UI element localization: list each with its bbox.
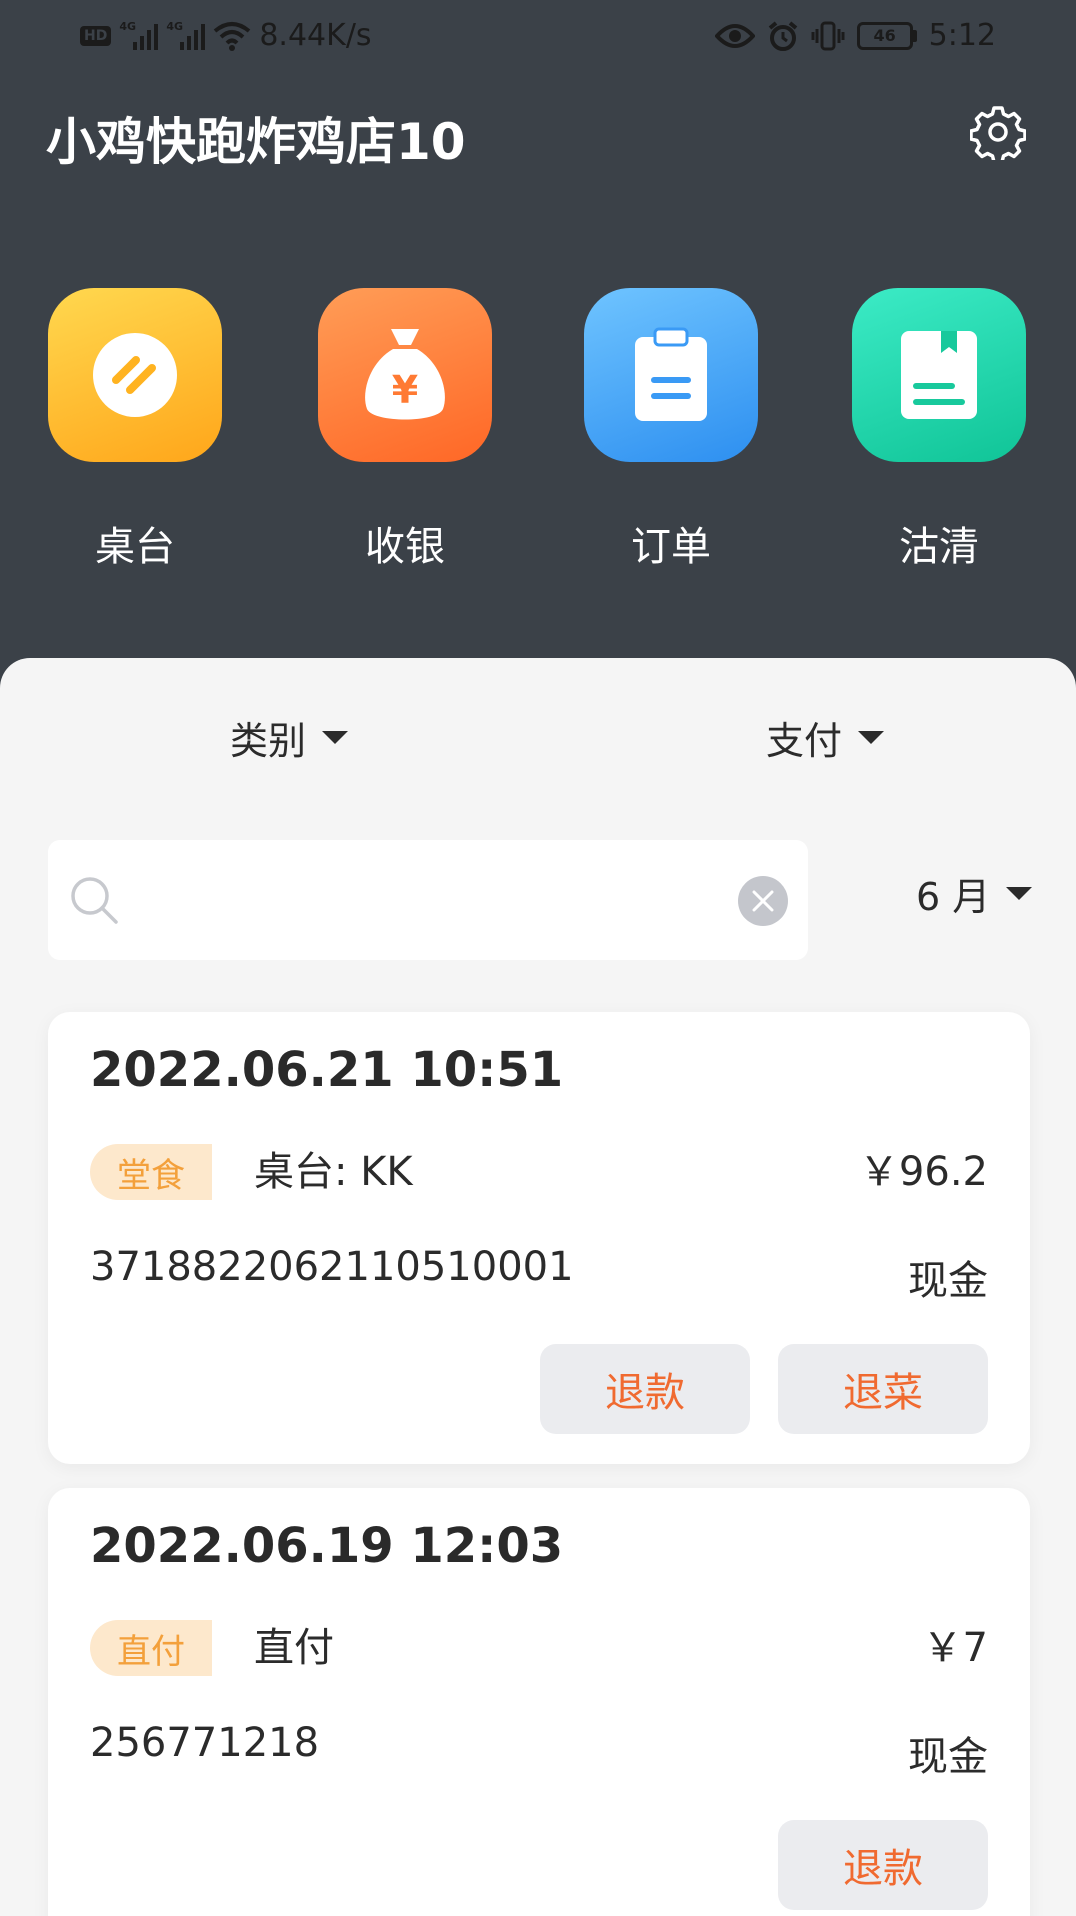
search-icon [71, 877, 118, 924]
close-icon [752, 890, 774, 912]
order-card[interactable]: 2022.06.21 10:51 堂食 桌台: KK ￥96.2 3718822… [48, 1012, 1030, 1464]
order-type-tag: 直付 [90, 1620, 212, 1676]
signal-icon-2: 4G [166, 20, 206, 50]
quick-action-label: 桌台 [95, 524, 175, 570]
cashier-tile[interactable]: ¥ [318, 288, 492, 462]
clear-search-button[interactable] [738, 876, 788, 926]
signal-icon: 4G [119, 20, 159, 50]
net-speed: 8.44K/s [259, 18, 372, 53]
category-filter-label: 类别 [230, 719, 307, 763]
status-bar: HD 4G 4G 8.44K/s 46 5:12 [0, 0, 1076, 76]
order-amount: ￥96.2 [858, 1149, 988, 1195]
quick-action-cashier[interactable]: ¥ 收银 [318, 288, 492, 570]
table-tile[interactable] [48, 288, 222, 462]
order-number: 3718822062110510001 [90, 1244, 574, 1290]
book-icon [901, 331, 977, 419]
quick-action-table[interactable]: 桌台 [48, 288, 222, 570]
eye-icon [714, 23, 755, 48]
status-right: 46 5:12 [714, 18, 996, 53]
order-amount: ￥7 [922, 1625, 988, 1671]
order-payment-method: 现金 [908, 1734, 988, 1780]
settings-gear-icon[interactable] [970, 104, 1026, 160]
month-filter[interactable]: 6 月 [916, 866, 1033, 921]
order-payment-method: 现金 [908, 1258, 988, 1304]
search-input[interactable] [138, 870, 758, 930]
payment-filter[interactable]: 支付 [766, 710, 885, 765]
orders-tile[interactable] [584, 288, 758, 462]
wifi-icon [214, 21, 251, 51]
vibrate-icon [811, 21, 845, 50]
alarm-icon [768, 20, 797, 51]
order-datetime: 2022.06.19 12:03 [90, 1518, 564, 1574]
return-dish-button[interactable]: 退菜 [778, 1344, 988, 1434]
refund-button[interactable]: 退款 [778, 1820, 988, 1910]
month-filter-label: 6 月 [916, 875, 991, 919]
order-list-screen: HD 4G 4G 8.44K/s 46 5:12 小鸡快跑炸鸡店10 桌台 ¥ … [0, 0, 1076, 1916]
refund-button[interactable]: 退款 [540, 1344, 750, 1434]
table-icon [93, 333, 177, 417]
battery-icon: 46 [856, 21, 917, 50]
status-left: HD 4G 4G 8.44K/s [80, 18, 372, 53]
order-card[interactable]: 2022.06.19 12:03 直付 直付 ￥7 256771218 现金 退… [48, 1488, 1030, 1916]
order-datetime: 2022.06.21 10:51 [90, 1042, 564, 1098]
caret-down-icon [858, 731, 885, 744]
payment-filter-label: 支付 [766, 719, 843, 763]
quick-action-soldout[interactable]: 沽清 [852, 288, 1026, 570]
money-bag-icon: ¥ [365, 329, 445, 420]
order-table-info: 直付 [254, 1625, 334, 1671]
soldout-tile[interactable] [852, 288, 1026, 462]
quick-action-label: 收银 [365, 524, 445, 570]
clipboard-icon [635, 327, 707, 421]
quick-action-label: 沽清 [899, 524, 979, 570]
store-title: 小鸡快跑炸鸡店10 [46, 113, 466, 171]
search-box[interactable] [48, 840, 808, 960]
clock: 5:12 [928, 18, 996, 53]
svg-text:¥: ¥ [392, 368, 418, 412]
order-table-info: 桌台: KK [254, 1149, 413, 1195]
caret-down-icon [1006, 887, 1033, 900]
quick-action-label: 订单 [631, 524, 711, 570]
quick-action-orders[interactable]: 订单 [584, 288, 758, 570]
order-number: 256771218 [90, 1720, 320, 1766]
hd-icon: HD [80, 25, 112, 46]
caret-down-icon [322, 731, 349, 744]
battery-level: 46 [856, 21, 913, 50]
order-type-tag: 堂食 [90, 1144, 212, 1200]
category-filter[interactable]: 类别 [230, 710, 349, 765]
